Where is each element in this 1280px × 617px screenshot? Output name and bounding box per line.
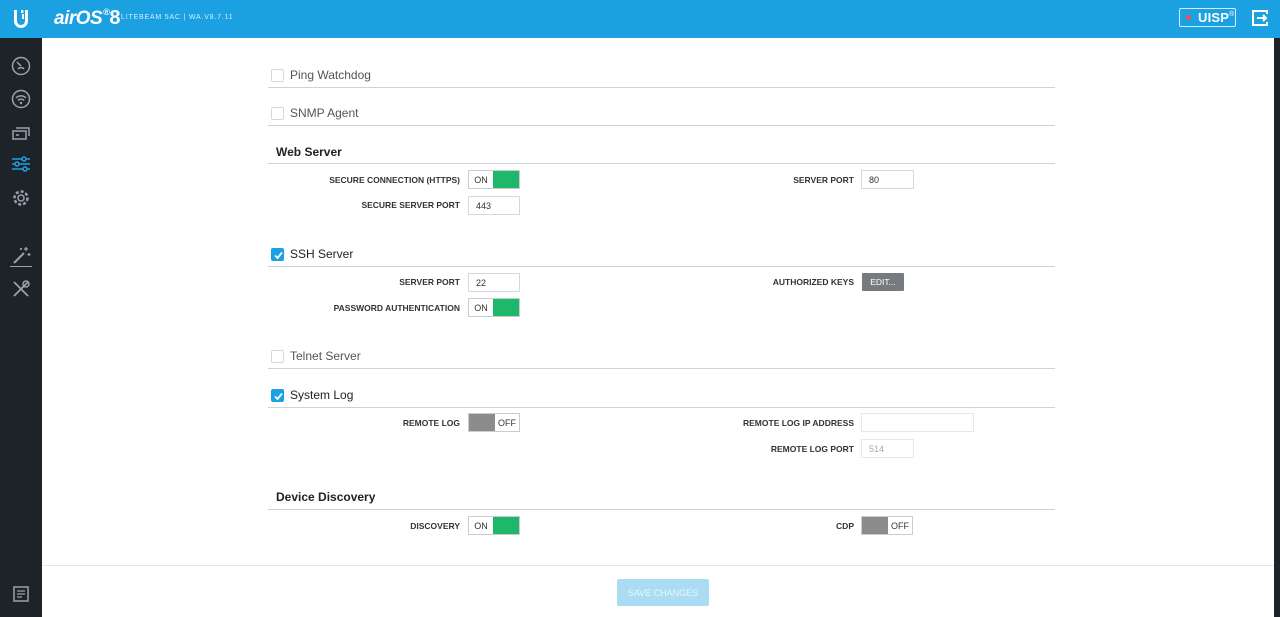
remote-log-toggle[interactable]: OFF <box>468 413 520 432</box>
ping-watchdog-checkbox[interactable] <box>271 69 284 82</box>
telnet-server-title: Telnet Server <box>290 349 361 363</box>
toggle-state: ON <box>474 302 488 313</box>
wireless-icon[interactable] <box>10 88 32 110</box>
remote-log-ip-input[interactable] <box>861 413 974 432</box>
tools-wrench-icon[interactable] <box>10 278 32 300</box>
brand-version: 8 <box>109 7 120 29</box>
save-changes-button[interactable]: SAVE CHANGES <box>617 579 709 606</box>
toggle-state: ON <box>474 174 488 185</box>
section-divider <box>268 163 1055 164</box>
remote-log-ip-label: REMOTE LOG IP ADDRESS <box>743 418 854 428</box>
secure-connection-toggle[interactable]: ON <box>468 170 520 189</box>
ubiquiti-logo-icon[interactable] <box>0 0 42 38</box>
ssh-server-title: SSH Server <box>290 247 354 261</box>
toggle-knob <box>493 517 519 534</box>
toggle-knob <box>862 517 888 534</box>
authorized-keys-edit-button[interactable]: EDIT... <box>862 273 904 291</box>
sidebar <box>0 38 42 617</box>
ssh-server-port-input[interactable]: 22 <box>468 273 520 292</box>
uisp-status-dot <box>1186 15 1191 20</box>
telnet-server-checkbox[interactable] <box>271 350 284 363</box>
ssh-server-checkbox[interactable] <box>271 248 284 261</box>
cdp-toggle[interactable]: OFF <box>861 516 913 535</box>
toggle-state: OFF <box>498 417 516 428</box>
top-bar: airOS®8 LITEBEAM 5AC | WA.V8.7.11 UISP ® <box>0 0 1280 38</box>
secure-connection-label: SECURE CONNECTION (HTTPS) <box>329 175 460 185</box>
toggle-state: ON <box>474 520 488 531</box>
uisp-button[interactable]: UISP ® <box>1179 8 1236 27</box>
section-divider <box>268 509 1055 510</box>
server-port-label: SERVER PORT <box>793 175 854 185</box>
web-server-title: Web Server <box>276 145 342 159</box>
password-authentication-label: PASSWORD AUTHENTICATION <box>333 303 460 313</box>
uisp-label: UISP <box>1198 10 1230 25</box>
device-info: LITEBEAM 5AC | WA.V8.7.11 <box>121 14 234 21</box>
password-authentication-toggle[interactable]: ON <box>468 298 520 317</box>
server-port-input[interactable]: 80 <box>861 170 914 189</box>
airos-logo: airOS®8 <box>54 7 120 30</box>
services-icon[interactable] <box>10 153 32 175</box>
section-divider <box>268 407 1055 408</box>
logout-icon[interactable] <box>1251 9 1269 27</box>
system-log-checkbox[interactable] <box>271 389 284 402</box>
dashboard-icon[interactable] <box>10 55 32 77</box>
discovery-label: DISCOVERY <box>410 521 460 531</box>
tools-wand-icon[interactable] <box>10 245 32 267</box>
network-icon[interactable] <box>10 121 32 143</box>
cdp-label: CDP <box>836 521 854 531</box>
snmp-agent-title: SNMP Agent <box>290 106 359 120</box>
toggle-knob <box>493 171 519 188</box>
section-divider <box>268 87 1055 88</box>
remote-log-port-input[interactable]: 514 <box>861 439 914 458</box>
secure-server-port-label: SECURE SERVER PORT <box>361 200 460 210</box>
remote-log-port-label: REMOTE LOG PORT <box>770 444 854 454</box>
uisp-reg-mark: ® <box>1229 11 1235 18</box>
snmp-agent-checkbox[interactable] <box>271 107 284 120</box>
brand-air: air <box>54 8 76 29</box>
system-log-title: System Log <box>290 388 354 402</box>
brand-os: OS <box>75 8 103 29</box>
footer-divider <box>42 565 1274 566</box>
section-divider <box>268 266 1055 267</box>
secure-server-port-input[interactable]: 443 <box>468 196 520 215</box>
toggle-knob <box>469 414 495 431</box>
system-icon[interactable] <box>10 187 32 209</box>
checkmark-icon <box>274 392 283 401</box>
section-divider <box>268 368 1055 369</box>
discovery-toggle[interactable]: ON <box>468 516 520 535</box>
right-edge <box>1274 38 1280 617</box>
authorized-keys-label: AUTHORIZED KEYS <box>772 277 854 287</box>
log-icon[interactable] <box>10 583 32 605</box>
ping-watchdog-title: Ping Watchdog <box>290 68 371 82</box>
toggle-knob <box>493 299 519 316</box>
device-discovery-title: Device Discovery <box>276 490 376 504</box>
remote-log-label: REMOTE LOG <box>402 418 460 428</box>
section-divider <box>268 125 1055 126</box>
checkmark-icon <box>274 251 283 260</box>
toggle-state: OFF <box>891 520 909 531</box>
ssh-server-port-label: SERVER PORT <box>399 277 460 287</box>
